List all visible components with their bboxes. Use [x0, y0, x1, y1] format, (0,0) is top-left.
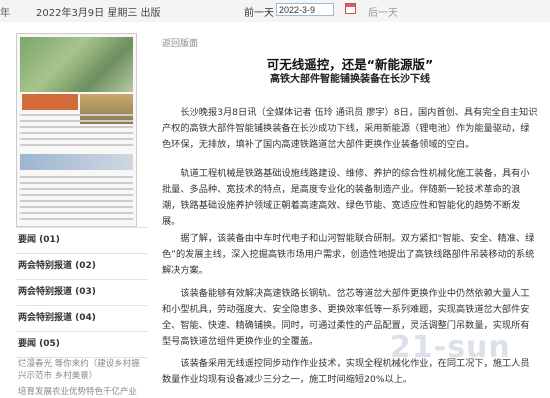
thumbnail-headline-block: [22, 94, 78, 110]
top-bar: 年 2022年3月9日 星期三 出版 前一天 后一天: [0, 0, 550, 23]
nav-item-lianghui-04[interactable]: 两会特别报道 (04): [16, 306, 148, 332]
thumbnail-text-line: [20, 218, 133, 220]
thumbnail-text-line: [20, 126, 133, 128]
date-input[interactable]: [276, 3, 334, 16]
nav-item-lianghui-02[interactable]: 两会特别报道 (02): [16, 254, 148, 280]
back-to-page-link[interactable]: 返回版面: [162, 36, 198, 49]
thumbnail-text-line: [20, 188, 133, 190]
nav-item-yaowen-01[interactable]: 要闻 (01): [16, 227, 148, 254]
thumbnail-text-line: [20, 138, 133, 140]
thumbnail-text-line: [20, 120, 133, 122]
sublink-article-2[interactable]: 培育发展农业优势特色千亿产业: [16, 386, 148, 398]
article-paragraph: 轨道工程机械是铁路基础设施线路建设、维修、养护的综合性机械化施工装备，具有小批量…: [162, 168, 530, 228]
thumbnail-text-line: [20, 206, 133, 208]
article-subtitle: 高铁大部件智能铺换装备在长沙下线: [270, 74, 430, 85]
thumbnail-text-line: [20, 144, 133, 146]
sublink-article-1[interactable]: 烂漫春光 等你来约（建设乡村振兴示范市 乡村美景）: [16, 358, 148, 382]
thumbnail-text-line: [20, 194, 133, 196]
thumbnail-text-line: [20, 114, 133, 116]
thumbnail-photo: [20, 37, 133, 92]
page-thumbnail[interactable]: [16, 33, 137, 227]
calendar-icon[interactable]: [345, 3, 356, 14]
thumbnail-text-line: [20, 176, 133, 178]
nav-item-lianghui-03[interactable]: 两会特别报道 (03): [16, 280, 148, 306]
thumbnail-text-line: [20, 132, 133, 134]
article-paragraph: 据了解，该装备由中车时代电子和山河智能联合研制。双方紧扣“智能、安全、精准、绿色…: [162, 233, 535, 277]
prev-day-link[interactable]: 前一天: [244, 4, 274, 19]
article-paragraph: 长沙晚报3月8日讯（全媒体记者 伍玲 通讯员 廖宇）8日，国内首创、具有完全自主…: [162, 107, 538, 151]
next-day-link[interactable]: 后一天: [368, 4, 398, 19]
topbar-fragment: 年: [0, 8, 10, 19]
section-nav: 要闻 (01) 两会特别报道 (02) 两会特别报道 (03) 两会特别报道 (…: [16, 227, 148, 398]
left-panel: 要闻 (01) 两会特别报道 (02) 两会特别报道 (03) 两会特别报道 (…: [0, 22, 151, 397]
issue-date: 2022年3月9日 星期三 出版: [36, 8, 161, 19]
thumbnail-text-line: [20, 182, 133, 184]
thumbnail-text-line: [20, 212, 133, 214]
nav-item-yaowen-05[interactable]: 要闻 (05): [16, 332, 148, 358]
site-watermark: 21-sun: [390, 330, 511, 365]
thumbnail-text-line: [20, 200, 133, 202]
thumbnail-banner: [20, 154, 133, 170]
